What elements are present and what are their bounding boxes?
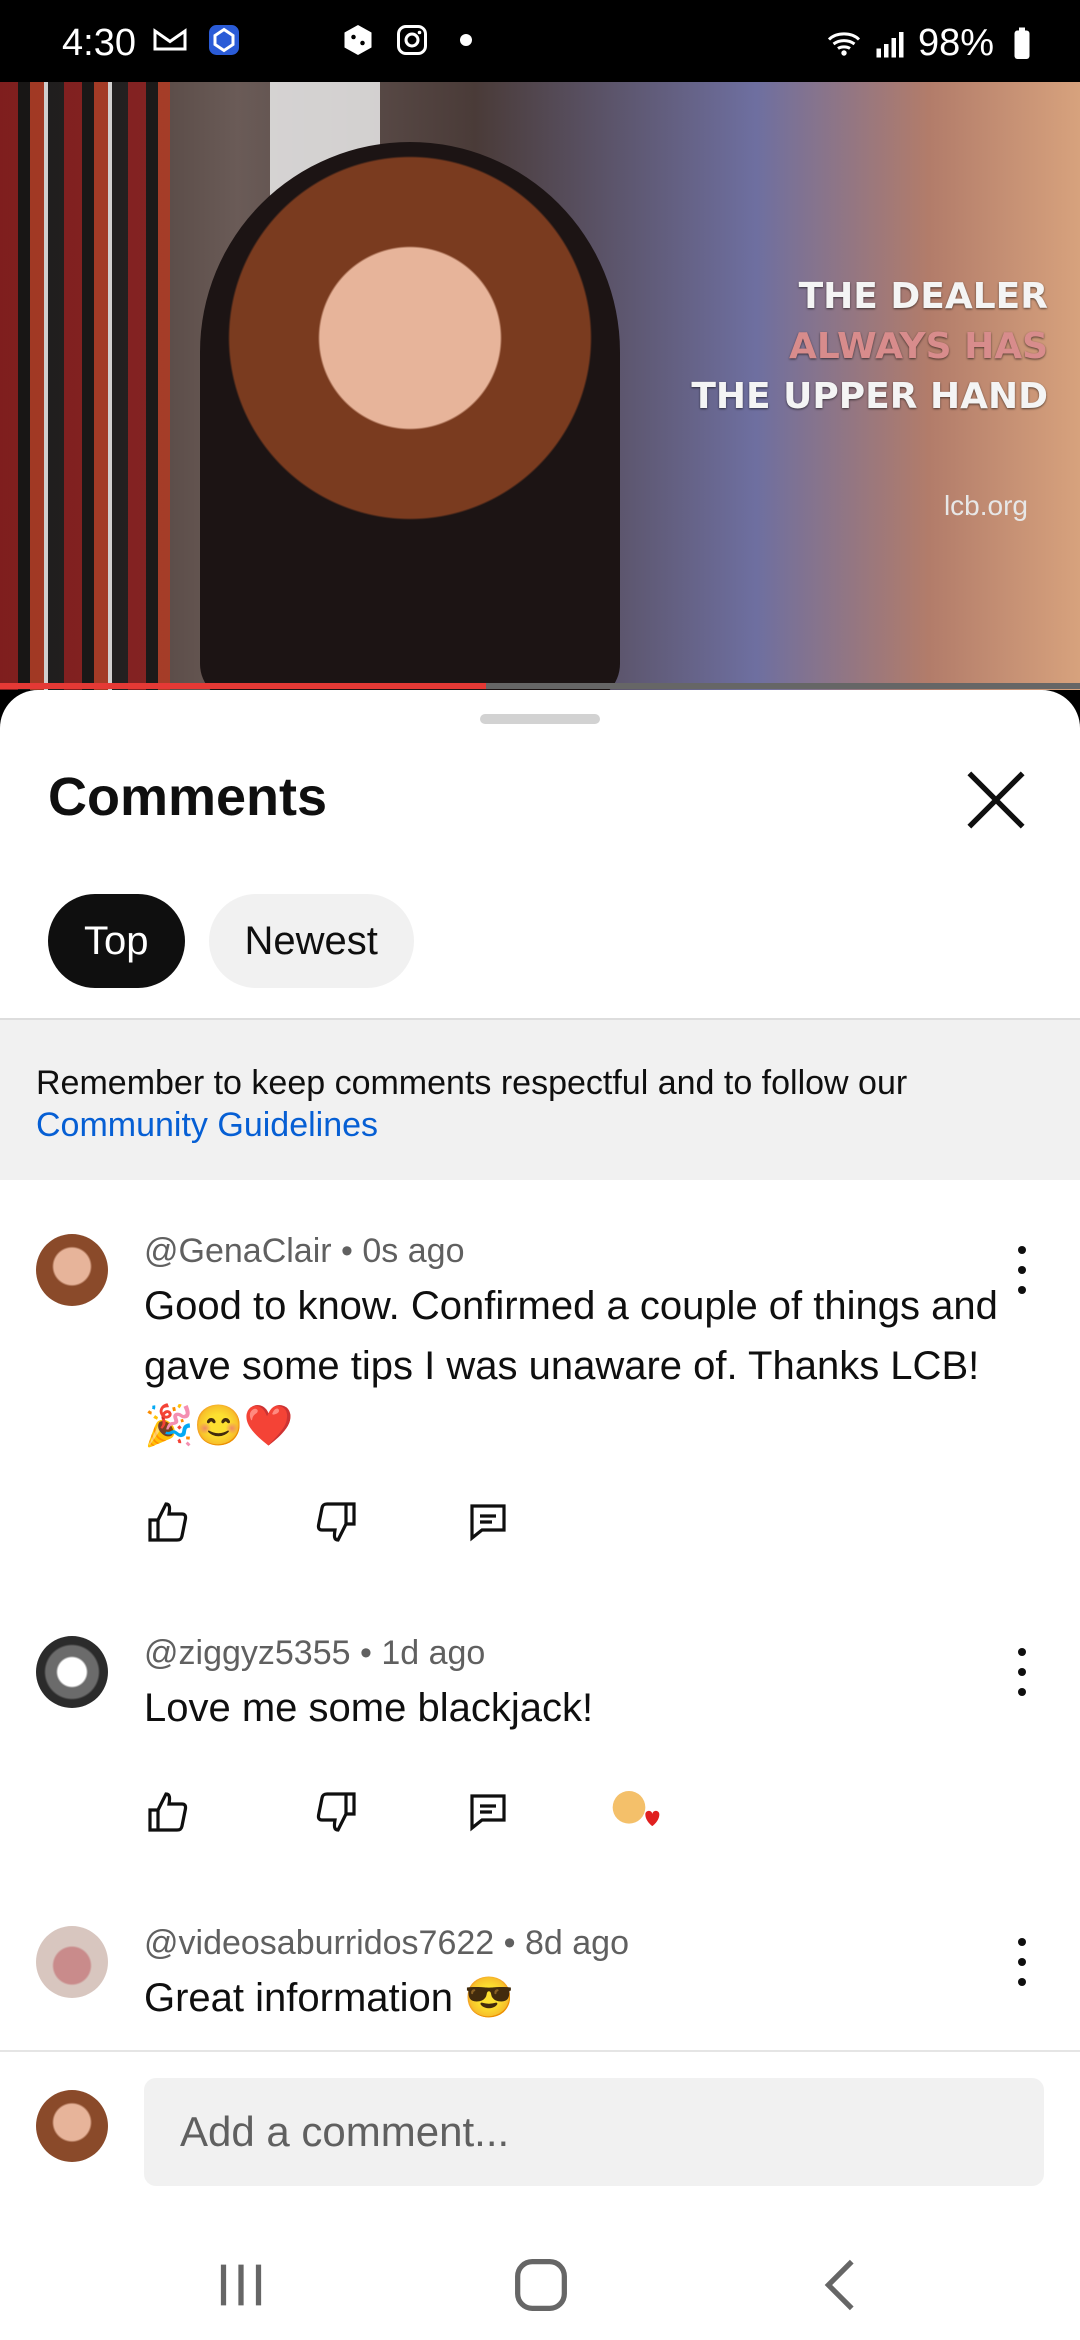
comments-title: Comments <box>48 767 328 827</box>
like-icon[interactable] <box>144 1498 192 1546</box>
comment-meta: @ziggyz5355 • 1d ago <box>144 1634 486 1672</box>
overlay-line: THE DEALER <box>798 276 1048 317</box>
notification-icons <box>152 22 484 58</box>
video-progress-bar[interactable] <box>0 683 1080 689</box>
status-right: 98% <box>826 22 1040 65</box>
battery-percent: 98% <box>917 22 994 64</box>
comment-text: Good to know. Confirmed a couple of thin… <box>144 1284 998 1448</box>
instagram-icon <box>397 25 427 55</box>
avatar[interactable] <box>36 1926 108 1998</box>
dislike-icon[interactable] <box>312 1788 360 1836</box>
system-navigation-bar <box>0 2200 1080 2340</box>
comment-time: 8d ago <box>524 1924 629 1962</box>
more-options-icon[interactable] <box>1004 1246 1040 1294</box>
comment-author[interactable]: @ziggyz5355 <box>144 1634 351 1672</box>
notice-text-container: Remember to keep comments respectful and… <box>36 1062 1036 1146</box>
status-time: 4:30 <box>62 22 136 64</box>
video-player[interactable]: THE DEALER ALWAYS HAS THE UPPER HAND lcb… <box>0 82 1080 690</box>
comment-author[interactable]: @GenaClair <box>144 1232 332 1270</box>
community-guidelines-link[interactable]: Community Guidelines <box>36 1104 1036 1146</box>
comment-time: 1d ago <box>381 1634 486 1672</box>
comment-actions <box>144 1784 664 1840</box>
dislike-icon[interactable] <box>312 1498 360 1546</box>
like-icon[interactable] <box>144 1788 192 1836</box>
signal-icon <box>876 31 904 57</box>
sheet-drag-handle[interactable] <box>480 714 600 724</box>
comment-time: 0s ago <box>362 1232 465 1270</box>
avatar[interactable] <box>36 1636 108 1708</box>
comment-meta: @GenaClair • 0s ago <box>144 1232 465 1270</box>
app-shield-icon <box>209 25 239 55</box>
creator-heart-icon <box>612 1791 660 1826</box>
bookshelf-left <box>0 82 170 690</box>
composer-divider <box>0 2050 1080 2052</box>
video-watermark: lcb.org <box>943 490 1028 521</box>
video-progress-fill <box>0 683 486 689</box>
overlay-line: ALWAYS HAS <box>789 326 1048 367</box>
notice-text: Remember to keep comments respectful and… <box>36 1064 908 1102</box>
community-notice: Remember to keep comments respectful and… <box>0 1018 1080 1180</box>
add-comment-input[interactable]: Add a comment... <box>144 2078 1044 2186</box>
more-options-icon[interactable] <box>1004 1648 1040 1696</box>
gmail-icon <box>153 28 187 51</box>
recent-apps-icon[interactable] <box>206 2250 276 2320</box>
more-options-icon[interactable] <box>1004 1938 1040 1986</box>
battery-icon <box>1014 27 1030 59</box>
video-presenter <box>200 142 620 690</box>
close-icon[interactable] <box>956 760 1036 840</box>
home-icon[interactable] <box>506 2250 576 2320</box>
avatar <box>36 2090 108 2162</box>
comment-sort-tabs: Top Newest <box>48 894 414 988</box>
dice-icon <box>344 25 372 55</box>
comment-author[interactable]: @videosaburridos7622 <box>144 1924 494 1962</box>
comment-meta: @videosaburridos7622 • 8d ago <box>144 1924 629 1962</box>
comment-actions <box>144 1498 512 1546</box>
dot-icon <box>460 34 472 46</box>
comments-sheet: Comments Top Newest Remember to keep com… <box>0 690 1080 2340</box>
video-overlay-text: THE DEALER ALWAYS HAS THE UPPER HAND <box>691 272 1048 422</box>
status-bar: 4:30 98% <box>0 0 1080 82</box>
reply-icon[interactable] <box>464 1788 512 1836</box>
tab-newest[interactable]: Newest <box>208 894 414 988</box>
avatar[interactable] <box>36 1234 108 1306</box>
comment-text: Great information 😎 <box>144 1976 514 2020</box>
tab-top[interactable]: Top <box>48 894 185 988</box>
comment-text: Love me some blackjack! <box>144 1686 594 1730</box>
comment-composer: Add a comment... <box>0 2060 1080 2186</box>
wifi-icon <box>827 31 860 56</box>
reply-icon[interactable] <box>464 1498 512 1546</box>
back-icon[interactable] <box>808 2250 878 2320</box>
overlay-line: THE UPPER HAND <box>691 376 1048 417</box>
